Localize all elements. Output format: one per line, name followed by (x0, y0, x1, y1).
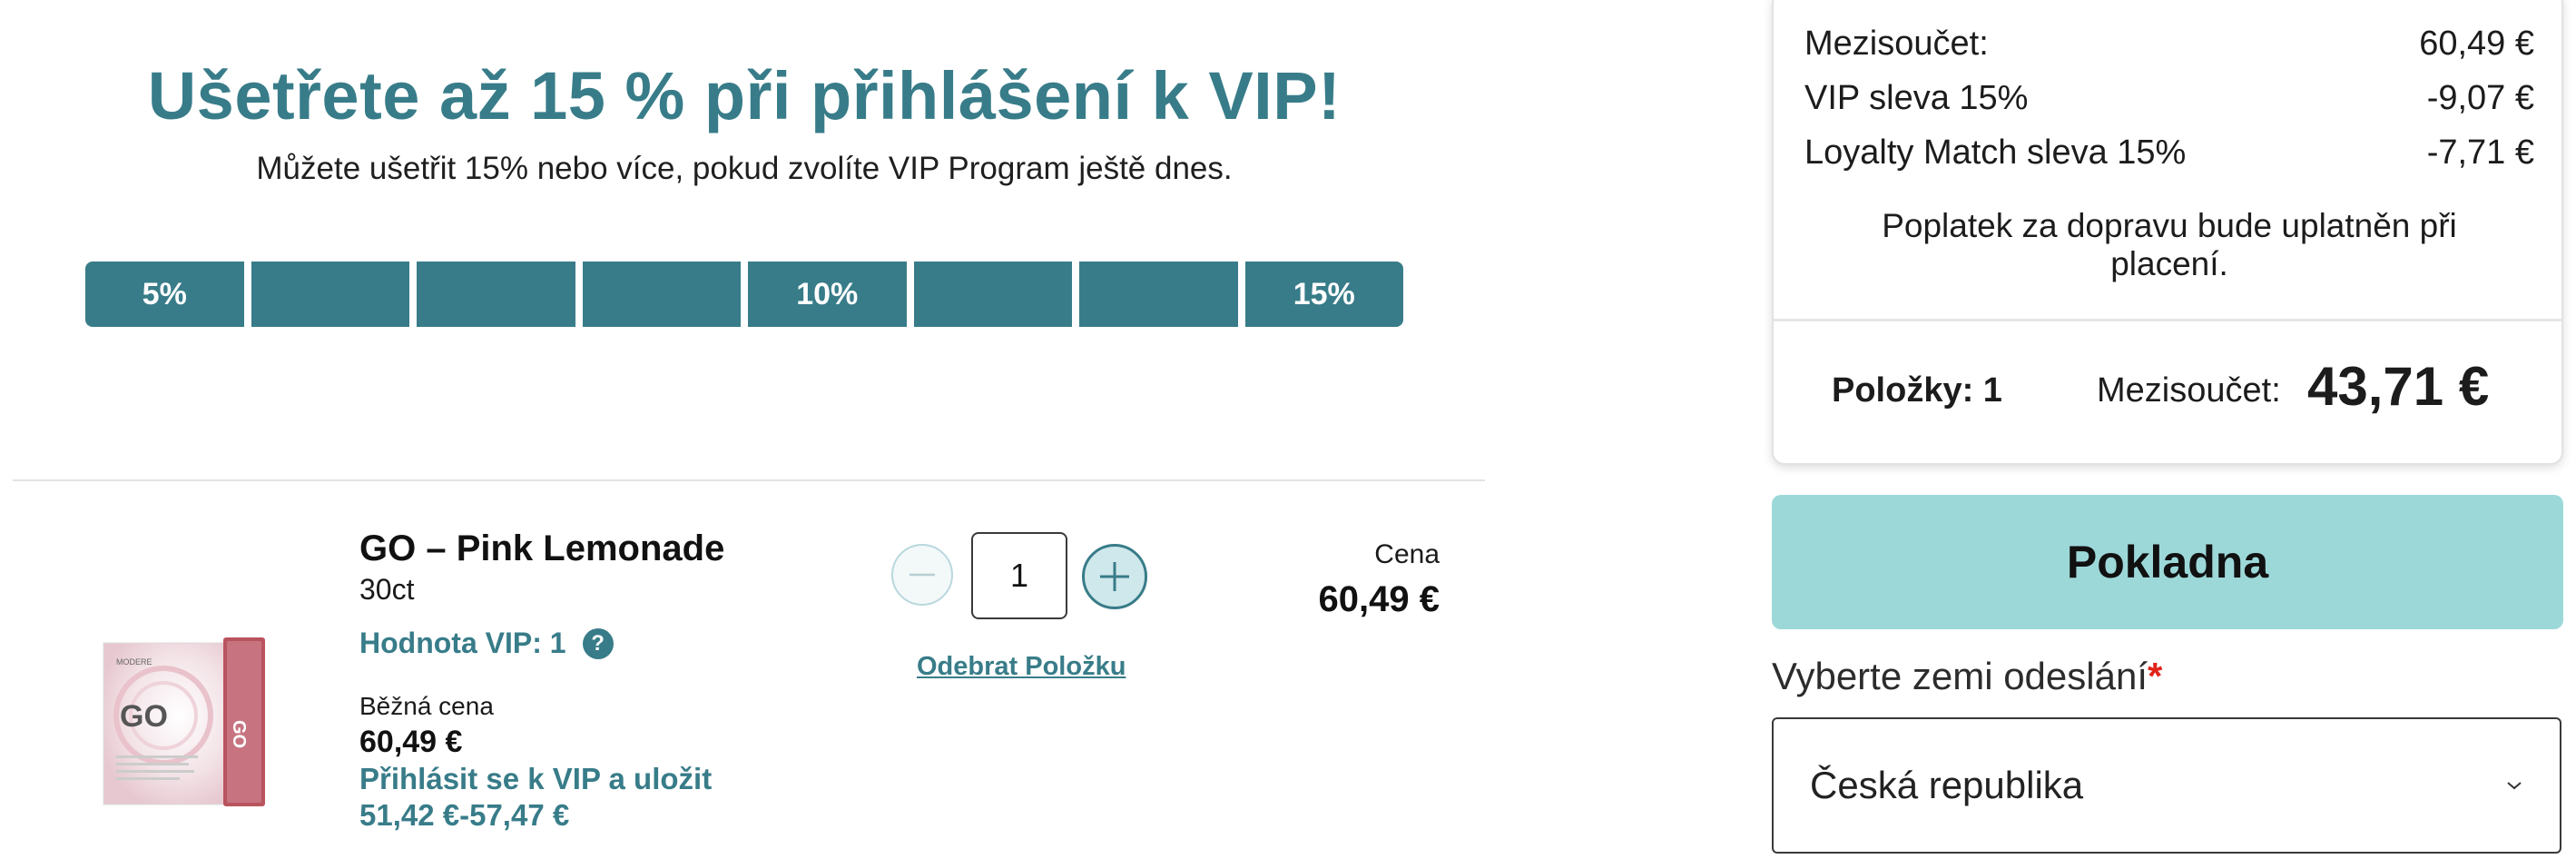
summary-row-value: 60,49 € (2419, 25, 2534, 63)
minus-icon (909, 573, 935, 577)
regular-price: 60,49 € (359, 725, 463, 759)
quantity-decrease-button[interactable] (891, 544, 953, 606)
image-product-text: GO (120, 699, 168, 734)
product-image[interactable]: MODERE GO GO (100, 636, 272, 808)
selected-country: Česká republika (1810, 764, 2084, 806)
chevron-down-icon (2507, 782, 2522, 790)
section-divider (13, 479, 1485, 481)
progress-segment (417, 262, 575, 327)
question-icon[interactable]: ? (582, 627, 614, 659)
progress-segment: 5% (85, 262, 244, 327)
summary-row-label: Loyalty Match sleva 15% (1804, 133, 2187, 172)
total-value: 43,71 € (2307, 356, 2490, 417)
summary-row-loyalty-discount: Loyalty Match sleva 15% -7,71 € (1804, 131, 2534, 174)
checkout-button[interactable]: Pokladna (1772, 495, 2563, 629)
shipping-country-label-text: Vyberte zemi odeslání (1772, 655, 2148, 697)
items-count: Položky: 1 (1832, 371, 2002, 410)
quantity-increase-button[interactable] (1082, 544, 1147, 609)
vip-value-row: Hodnota VIP: 1 ? (359, 627, 614, 660)
price-label: Cena (1374, 539, 1440, 569)
summary-row-label: VIP sleva 15% (1804, 79, 2029, 117)
vip-value-label: Hodnota VIP: 1 (359, 627, 566, 659)
vip-promo-heading: Ušetřete až 15 % při přihlášení k VIP! (147, 58, 1342, 133)
product-size: 30ct (359, 573, 415, 606)
vip-savings-progress-bar: 5% 10% 15% (85, 262, 1403, 327)
svg-text:GO: GO (229, 720, 249, 748)
summary-row-vip-discount: VIP sleva 15% -9,07 € (1804, 76, 2534, 120)
regular-price-label: Běžná cena (359, 692, 494, 720)
progress-segment (913, 262, 1072, 327)
progress-segment: 15% (1244, 262, 1403, 327)
vip-promo-subheading: Můžete ušetřit 15% nebo více, pokud zvol… (256, 151, 1233, 186)
summary-row-subtotal: Mezisoučet: 60,49 € (1804, 22, 2534, 65)
order-summary-panel: Mezisoučet: 60,49 € VIP sleva 15% -9,07 … (1772, 0, 2563, 465)
progress-segment (251, 262, 409, 327)
summary-row-label: Mezisoučet: (1804, 25, 1989, 63)
progress-segment: 10% (748, 262, 907, 327)
quantity-input[interactable] (971, 532, 1067, 619)
item-price: 60,49 € (1318, 579, 1440, 619)
vip-join-link[interactable]: Přihlásit se k VIP a uložit (359, 760, 712, 798)
vip-price-range: 51,42 €-57,47 € (359, 798, 570, 832)
shipping-note: Poplatek za dopravu bude uplatněn při pl… (1882, 207, 2457, 282)
summary-row-value: -9,07 € (2426, 79, 2534, 117)
summary-divider (1774, 319, 2561, 321)
summary-row-value: -7,71 € (2426, 133, 2534, 172)
shipping-country-select[interactable]: Česká republika (1772, 717, 2561, 854)
progress-segment (582, 262, 741, 327)
required-mark: * (2148, 655, 2163, 697)
plus-icon (1100, 562, 1129, 591)
total-label: Mezisoučet: (2097, 371, 2281, 410)
remove-item-link[interactable]: Odebrat Položku (917, 650, 1126, 683)
product-name[interactable]: GO – Pink Lemonade (359, 525, 724, 572)
progress-segment (1079, 262, 1238, 327)
image-brand-text: MODERE (116, 657, 152, 666)
shipping-country-label: Vyberte zemi odeslání* (1772, 652, 2162, 701)
